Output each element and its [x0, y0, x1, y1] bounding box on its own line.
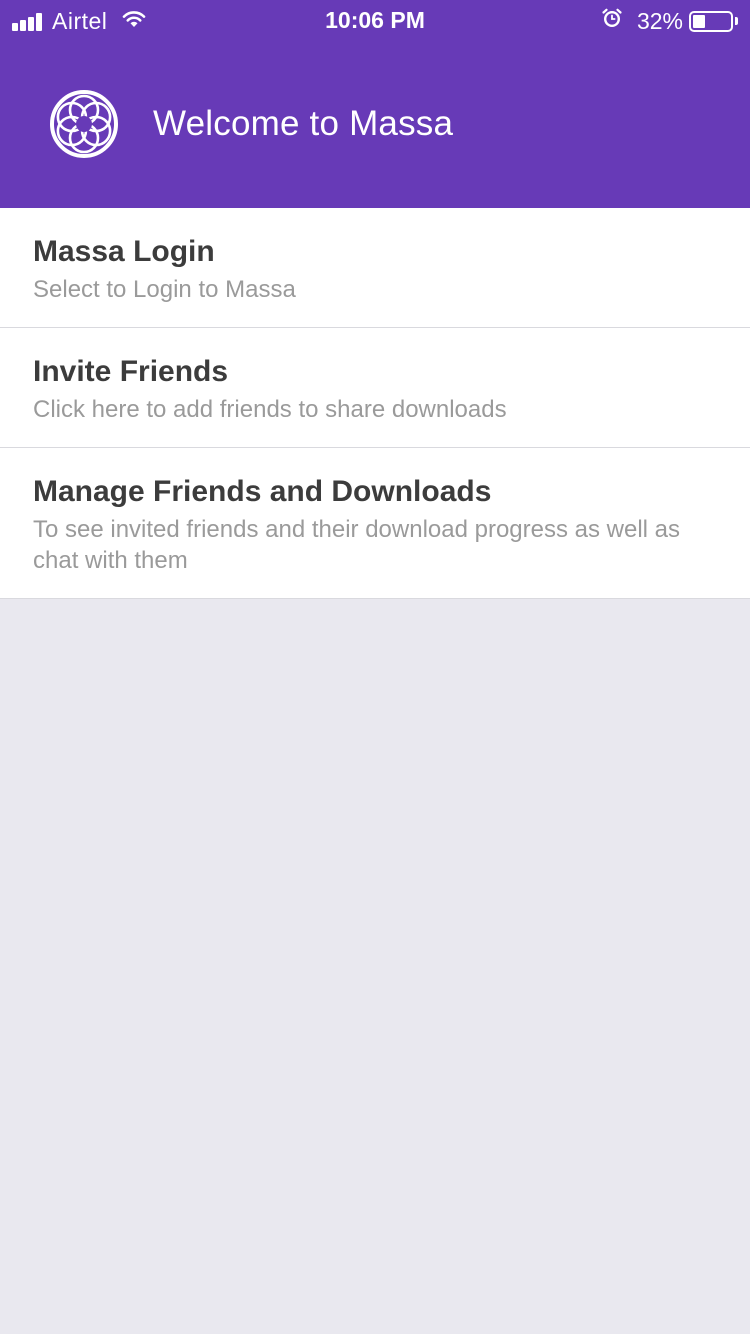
- status-bar: Airtel 10:06 PM 32%: [0, 0, 750, 40]
- app-header: Airtel 10:06 PM 32% Welcome to Massa: [0, 0, 750, 208]
- battery-tip: [735, 17, 738, 25]
- battery-icon: [689, 10, 733, 32]
- menu-item-title: Invite Friends: [33, 355, 229, 388]
- main-menu: Massa Login Select to Login to Massa Inv…: [0, 208, 750, 599]
- alarm-icon: [601, 7, 623, 35]
- menu-item-subtitle: To see invited friends and their downloa…: [33, 516, 681, 574]
- menu-item-massa-login[interactable]: Massa Login Select to Login to Massa: [0, 208, 750, 328]
- status-right: 32%: [601, 7, 738, 35]
- menu-item-title: Massa Login: [33, 235, 215, 268]
- battery-level-fill: [693, 14, 705, 28]
- menu-item-subtitle: Click here to add friends to share downl…: [33, 396, 507, 423]
- menu-item-subtitle: Select to Login to Massa: [33, 276, 296, 303]
- menu-item-title: Manage Friends and Downloads: [33, 475, 492, 508]
- menu-item-invite-friends[interactable]: Invite Friends Click here to add friends…: [0, 328, 750, 448]
- header-title: Welcome to Massa: [153, 104, 454, 143]
- massa-logo-icon: [48, 88, 120, 160]
- menu-item-manage-friends-downloads[interactable]: Manage Friends and Downloads To see invi…: [0, 448, 750, 599]
- battery-percent: 32%: [636, 7, 683, 34]
